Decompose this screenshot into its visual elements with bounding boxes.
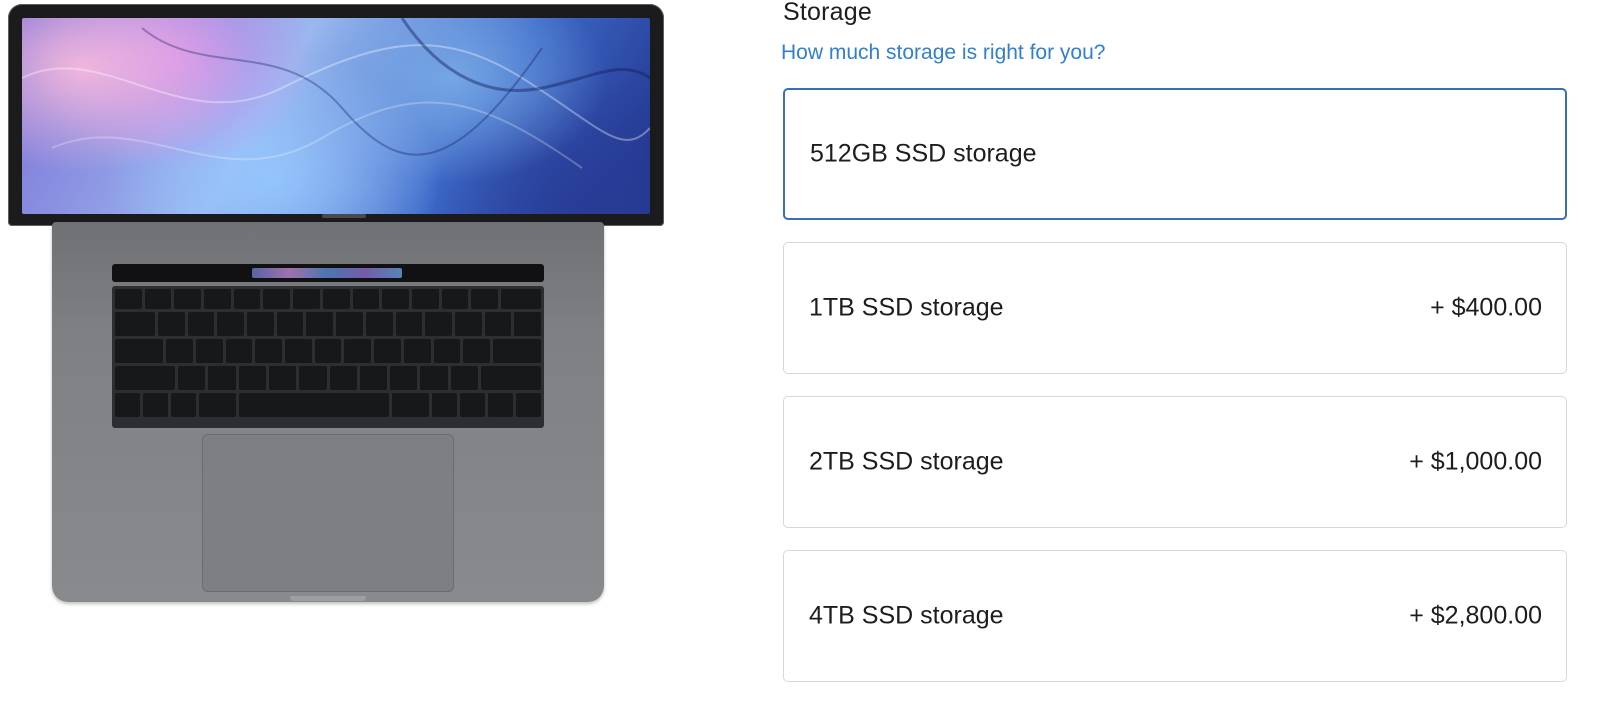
laptop-lid bbox=[8, 4, 664, 226]
macbook-pro-image bbox=[0, 0, 680, 640]
option-label: 512GB SSD storage bbox=[810, 139, 1037, 168]
lid-notch bbox=[290, 596, 366, 601]
touch-bar bbox=[112, 264, 544, 282]
laptop-base bbox=[52, 222, 604, 602]
option-price: + $1,000.00 bbox=[1409, 447, 1542, 476]
trackpad bbox=[202, 434, 454, 592]
option-label: 4TB SSD storage bbox=[809, 601, 1004, 630]
storage-option-2tb[interactable]: 2TB SSD storage + $1,000.00 bbox=[783, 396, 1567, 528]
storage-help-link[interactable]: How much storage is right for you? bbox=[781, 41, 1105, 65]
option-price: + $400.00 bbox=[1430, 293, 1542, 322]
option-price: + $2,800.00 bbox=[1409, 601, 1542, 630]
storage-option-1tb[interactable]: 1TB SSD storage + $400.00 bbox=[783, 242, 1567, 374]
keyboard bbox=[112, 286, 544, 428]
storage-heading: Storage bbox=[783, 0, 872, 26]
storage-option-4tb[interactable]: 4TB SSD storage + $2,800.00 bbox=[783, 550, 1567, 682]
option-label: 1TB SSD storage bbox=[809, 293, 1004, 322]
option-label: 2TB SSD storage bbox=[809, 447, 1004, 476]
storage-option-512gb[interactable]: 512GB SSD storage bbox=[783, 88, 1567, 220]
laptop-screen-wallpaper bbox=[22, 18, 650, 214]
laptop-bezel-label bbox=[322, 214, 366, 218]
